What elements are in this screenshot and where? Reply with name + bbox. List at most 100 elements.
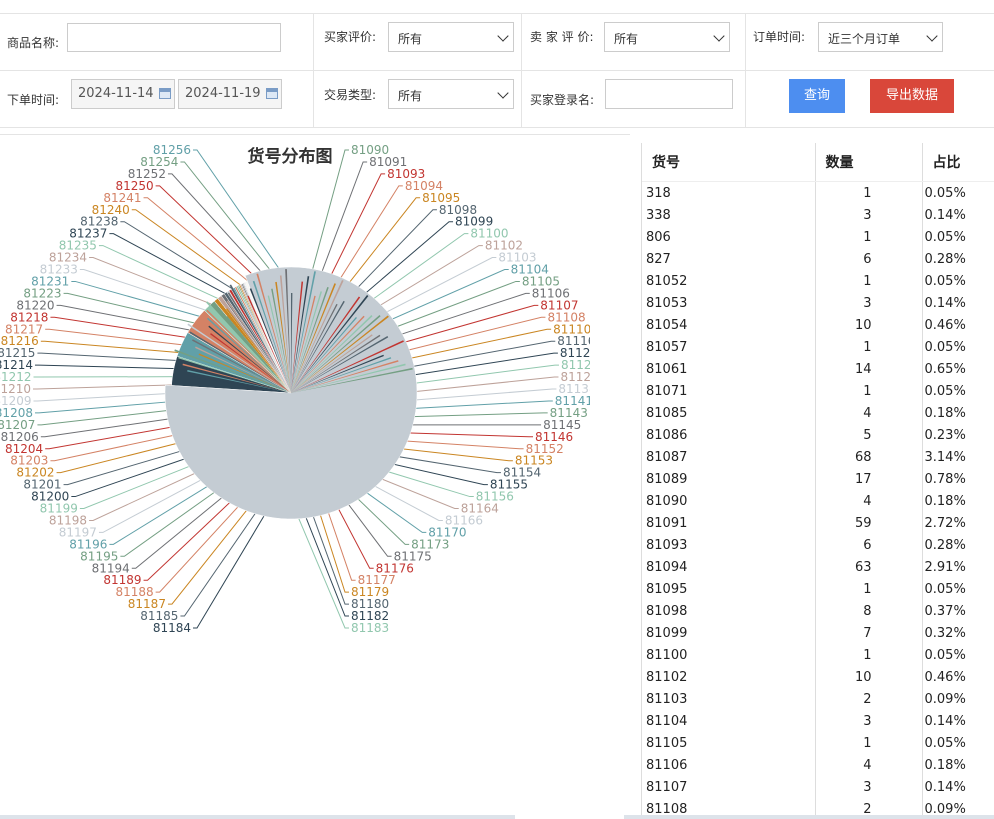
table-row: 81106 4 0.18% bbox=[642, 754, 994, 776]
calendar-icon[interactable] bbox=[266, 88, 278, 99]
cell-percent: 0.14% bbox=[924, 713, 966, 729]
cell-percent: 0.05% bbox=[924, 229, 966, 245]
date-end-value: 2024-11-19 bbox=[185, 86, 261, 101]
label-leader-line bbox=[322, 173, 386, 292]
export-button[interactable]: 导出数据 bbox=[870, 79, 954, 113]
cell-percent: 0.05% bbox=[924, 383, 966, 399]
chevron-down-icon bbox=[713, 30, 725, 42]
pie-chart: 8125681254812528125081241812408123881237… bbox=[0, 143, 590, 635]
cell-quantity: 4 bbox=[815, 754, 923, 776]
cell-item-no: 81086 bbox=[642, 424, 816, 446]
cell-item-no: 81090 bbox=[642, 490, 816, 512]
cell-quantity: 14 bbox=[815, 358, 923, 380]
cell-item-no: 338 bbox=[642, 204, 816, 226]
cell-item-no: 81087 bbox=[642, 446, 816, 468]
cell-quantity: 8 bbox=[815, 600, 923, 622]
cell-item-no: 81089 bbox=[642, 468, 816, 490]
cell-percent: 0.46% bbox=[924, 669, 966, 685]
date-start-value: 2024-11-14 bbox=[78, 86, 154, 101]
table-row: 81098 8 0.37% bbox=[642, 600, 994, 622]
cell-quantity: 4 bbox=[815, 490, 923, 512]
trade-type-value: 所有 bbox=[398, 89, 423, 103]
label-leader-line bbox=[37, 352, 189, 362]
column-header-percent: 占比 bbox=[922, 143, 994, 182]
cell-item-no: 806 bbox=[642, 226, 816, 248]
table-row: 81091 59 2.72% bbox=[642, 512, 994, 534]
cell-item-no: 81100 bbox=[642, 644, 816, 666]
table-row: 81107 3 0.14% bbox=[642, 776, 994, 798]
label-leader-line bbox=[155, 492, 252, 593]
scrollbar-track[interactable] bbox=[0, 815, 515, 819]
divider bbox=[0, 70, 994, 71]
cell-percent: 2.91% bbox=[924, 559, 966, 575]
cell-percent: 0.18% bbox=[924, 757, 966, 773]
label-leader-line bbox=[390, 316, 546, 355]
query-button[interactable]: 查询 bbox=[789, 79, 845, 113]
label-leader-line bbox=[180, 496, 267, 617]
label-leader-line bbox=[79, 458, 208, 509]
table-row: 338 3 0.14% bbox=[642, 204, 994, 226]
divider bbox=[521, 13, 522, 128]
cell-quantity: 1 bbox=[815, 380, 923, 402]
cell-quantity: 7 bbox=[815, 622, 923, 644]
slice-label: 81184 bbox=[153, 621, 191, 635]
label-leader-line bbox=[33, 384, 185, 390]
cell-quantity: 10 bbox=[815, 314, 923, 336]
label-leader-line bbox=[307, 149, 349, 288]
label-leader-line bbox=[290, 499, 349, 629]
trade-type-select[interactable]: 所有 bbox=[388, 79, 514, 109]
scrollbar-track[interactable] bbox=[624, 815, 994, 819]
label-leader-line bbox=[155, 185, 268, 289]
product-name-input[interactable] bbox=[67, 23, 281, 52]
cell-percent: 0.05% bbox=[924, 185, 966, 201]
cell-quantity: 1 bbox=[815, 226, 923, 248]
label-leader-line bbox=[396, 400, 553, 410]
order-time-select[interactable]: 近三个月订单 bbox=[818, 22, 943, 52]
seller-rating-label: 卖 家 评 价: bbox=[530, 30, 594, 44]
cell-item-no: 81053 bbox=[642, 292, 816, 314]
trade-type-label: 交易类型: bbox=[324, 88, 377, 102]
chevron-down-icon bbox=[497, 87, 509, 99]
cell-quantity: 3 bbox=[815, 710, 923, 732]
cell-quantity: 59 bbox=[815, 512, 923, 534]
table-row: 81094 63 2.91% bbox=[642, 556, 994, 578]
chart-title: 货号分布图 bbox=[248, 146, 333, 167]
cell-item-no: 81085 bbox=[642, 402, 816, 424]
cell-item-no: 81061 bbox=[642, 358, 816, 380]
table-row: 81103 2 0.09% bbox=[642, 688, 994, 710]
label-leader-line bbox=[398, 376, 559, 394]
table-row: 81095 1 0.05% bbox=[642, 578, 994, 600]
label-leader-line bbox=[167, 173, 276, 288]
cell-quantity: 6 bbox=[815, 248, 923, 270]
label-leader-line bbox=[50, 316, 199, 340]
label-leader-line bbox=[397, 364, 559, 386]
table-row: 81053 3 0.14% bbox=[642, 292, 994, 314]
table-row: 81054 10 0.46% bbox=[642, 314, 994, 336]
filter-panel: 商品名称: 买家评价: 所有 卖 家 评 价: 所有 订单时间: 近三个月订单 … bbox=[0, 0, 994, 128]
label-leader-line bbox=[34, 364, 187, 370]
buyer-rating-select[interactable]: 所有 bbox=[388, 22, 514, 52]
label-leader-line bbox=[379, 280, 520, 334]
order-time-label: 订单时间: bbox=[753, 30, 806, 44]
cell-quantity: 1 bbox=[815, 732, 923, 754]
cell-quantity: 1 bbox=[815, 270, 923, 292]
label-leader-line bbox=[383, 292, 530, 341]
calendar-icon[interactable] bbox=[159, 88, 171, 99]
buyer-login-input[interactable] bbox=[605, 79, 733, 109]
cell-percent: 0.05% bbox=[924, 339, 966, 355]
label-leader-line bbox=[40, 415, 187, 438]
table-row: 81087 68 3.14% bbox=[642, 446, 994, 468]
cell-item-no: 81098 bbox=[642, 600, 816, 622]
seller-rating-select[interactable]: 所有 bbox=[604, 22, 730, 52]
cell-item-no: 81095 bbox=[642, 578, 816, 600]
table-row: 81071 1 0.05% bbox=[642, 380, 994, 402]
date-end-input[interactable]: 2024-11-19 bbox=[178, 79, 282, 109]
cell-quantity: 3 bbox=[815, 292, 923, 314]
buyer-rating-value: 所有 bbox=[398, 32, 423, 46]
column-header-quantity: 数量 bbox=[815, 143, 923, 182]
date-start-input[interactable]: 2024-11-14 bbox=[71, 79, 175, 109]
table-row: 81100 1 0.05% bbox=[642, 644, 994, 666]
label-leader-line bbox=[109, 233, 238, 301]
cell-quantity: 6 bbox=[815, 534, 923, 556]
table-row: 81102 10 0.46% bbox=[642, 666, 994, 688]
